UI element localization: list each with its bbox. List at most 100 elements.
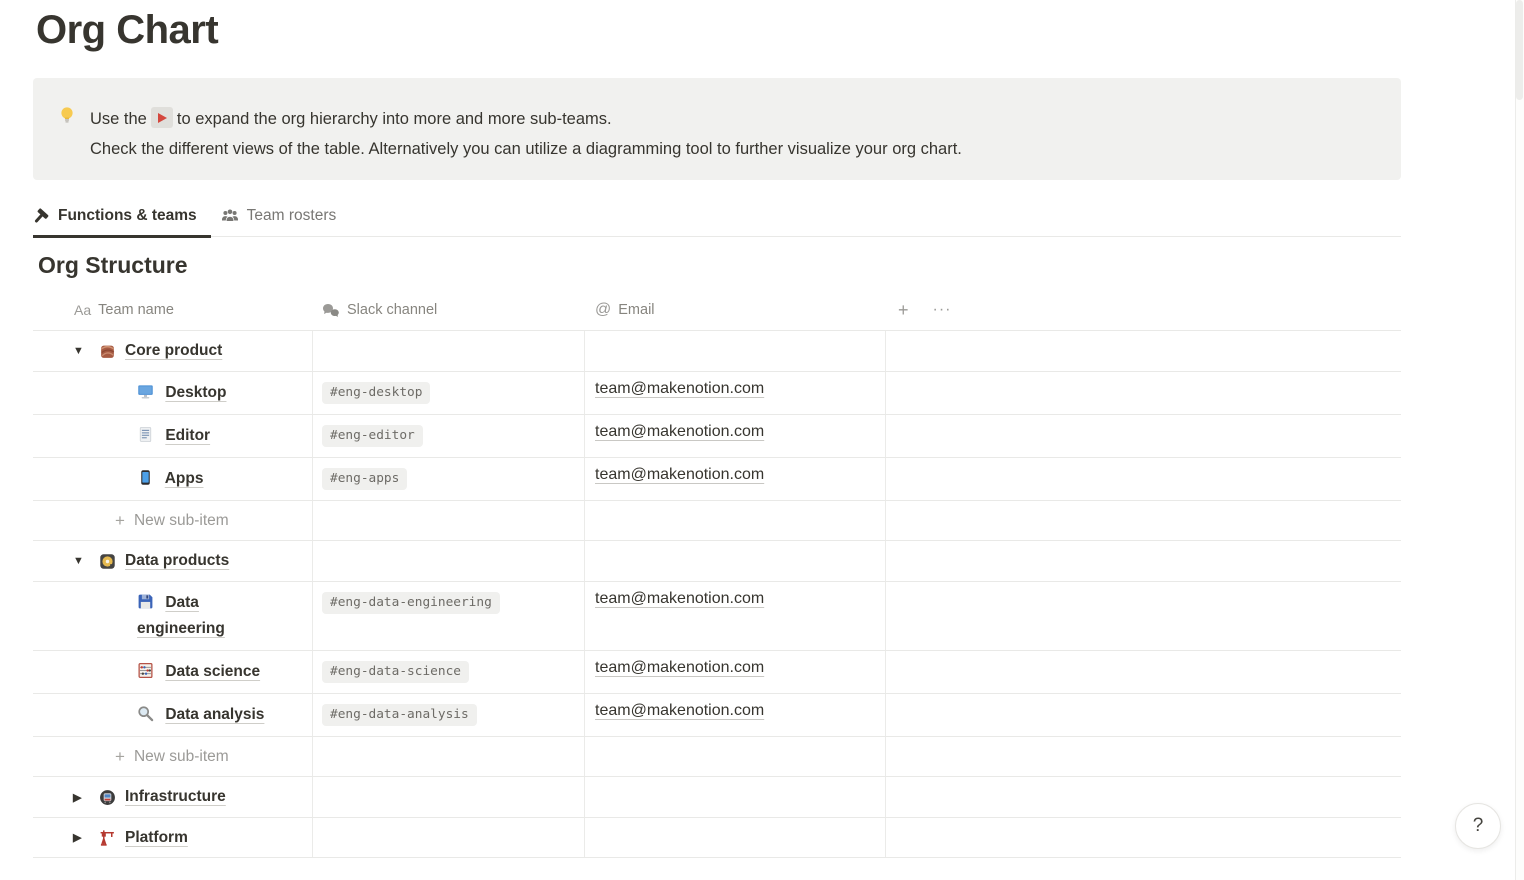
table-row-new-sub-item: + New sub-item [33,736,1401,776]
slack-channel-chip[interactable]: #eng-editor [322,425,423,447]
help-button[interactable]: ? [1455,803,1501,849]
team-name-link[interactable]: Desktop [165,384,226,401]
email-value[interactable]: team@makenotion.com [595,590,764,607]
email-cell[interactable] [585,331,886,371]
email-value[interactable]: team@makenotion.com [595,659,764,676]
add-column-button[interactable]: + [898,301,909,319]
email-cell[interactable]: team@makenotion.com [585,651,886,693]
new-sub-item-button[interactable]: + New sub-item [33,747,312,767]
email-property-icon: @ [595,301,611,319]
table-row-data-engineering: Data engineering #eng-data-engineering t… [33,581,1401,650]
tab-label: Team rosters [247,207,337,225]
vertical-scrollbar[interactable] [1515,0,1524,880]
scrollbar-thumb[interactable] [1516,0,1523,100]
slack-cell [313,501,585,540]
table-row-apps: Apps #eng-apps team@makenotion.com [33,457,1401,500]
empty-cell [886,541,1401,581]
abacus-icon [137,662,154,679]
collapse-toggle[interactable]: ▼ [73,345,99,357]
empty-cell [886,331,1401,371]
desktop-computer-icon [137,383,154,400]
page-title[interactable]: Org Chart [36,8,218,53]
empty-cell [886,694,1401,736]
slack-cell[interactable]: #eng-apps [313,458,585,500]
slack-channel-chip[interactable]: #eng-apps [322,468,407,490]
empty-cell [886,818,1401,857]
email-cell[interactable]: team@makenotion.com [585,694,886,736]
new-sub-item-label: New sub-item [134,512,229,530]
email-value[interactable]: team@makenotion.com [595,380,764,397]
empty-cell [886,458,1401,500]
table-row-platform: ▶ Platform [33,817,1401,858]
hammer-icon [33,208,50,225]
table-header-row: Aa Team name Slack channel @ Email + ··· [33,290,1401,330]
column-header-slack-channel[interactable]: Slack channel [313,290,585,330]
slack-cell[interactable]: #eng-editor [313,415,585,457]
email-cell[interactable] [585,541,886,581]
email-value[interactable]: team@makenotion.com [595,466,764,483]
database-title[interactable]: Org Structure [38,252,188,279]
slack-cell[interactable]: #eng-data-science [313,651,585,693]
empty-cell [886,737,1401,776]
construction-crane-icon [99,829,116,846]
tab-functions-and-teams[interactable]: Functions & teams [33,196,211,237]
team-name-link[interactable]: Platform [125,829,188,847]
slack-cell[interactable]: #eng-data-engineering [313,582,585,650]
team-name-link[interactable]: Editor [165,427,210,444]
team-name-link[interactable]: Infrastructure [125,788,226,806]
column-label: Team name [98,302,174,318]
empty-cell [886,415,1401,457]
slack-channel-chip[interactable]: #eng-data-engineering [322,592,500,614]
notion-page: Org Chart Use theto expand the org hiera… [0,0,1524,880]
email-cell[interactable] [585,777,886,817]
tab-team-rosters[interactable]: Team rosters [221,196,351,237]
table-options-button[interactable]: ··· [933,302,952,318]
table-row-core-product: ▼ Core product [33,330,1401,371]
slack-cell[interactable] [313,777,585,817]
text-property-icon: Aa [74,302,91,318]
empty-cell [886,651,1401,693]
email-value[interactable]: team@makenotion.com [595,423,764,440]
team-name-link[interactable]: Data products [125,552,229,570]
empty-cell [886,501,1401,540]
slack-cell[interactable] [313,818,585,857]
email-cell [585,501,886,540]
slack-cell[interactable]: #eng-data-analysis [313,694,585,736]
slack-cell[interactable]: #eng-desktop [313,372,585,414]
slack-cell[interactable] [313,331,585,371]
slack-channel-chip[interactable]: #eng-data-analysis [322,704,477,726]
slack-cell[interactable] [313,541,585,581]
team-name-link[interactable]: Data analysis [165,706,264,723]
team-name-link[interactable]: Data science [165,663,260,680]
callout-text: Use theto expand the org hierarchy into … [90,104,1377,164]
email-cell[interactable] [585,818,886,857]
column-label: Slack channel [347,302,437,318]
org-structure-table: Aa Team name Slack channel @ Email + ···… [33,290,1401,858]
table-row-desktop: Desktop #eng-desktop team@makenotion.com [33,371,1401,414]
yarn-cube-icon [99,343,116,360]
email-cell[interactable]: team@makenotion.com [585,458,886,500]
email-cell[interactable]: team@makenotion.com [585,582,886,650]
team-name-link[interactable]: Core product [125,342,222,360]
callout-line1-suffix: to expand the org hierarchy into more an… [177,110,612,128]
slack-channel-chip[interactable]: #eng-desktop [322,382,430,404]
column-header-email[interactable]: @ Email [585,290,886,330]
email-cell[interactable]: team@makenotion.com [585,415,886,457]
table-row-editor: Editor #eng-editor team@makenotion.com [33,414,1401,457]
collapse-toggle[interactable]: ▼ [73,555,99,567]
expand-toggle[interactable]: ▶ [73,791,99,804]
plus-icon: + [115,747,125,767]
team-name-link[interactable]: Apps [165,470,204,487]
new-sub-item-button[interactable]: + New sub-item [33,511,312,531]
column-label: Email [618,302,654,318]
expand-toggle[interactable]: ▶ [73,831,99,844]
callout-block: Use theto expand the org hierarchy into … [33,78,1401,180]
column-header-team-name[interactable]: Aa Team name [33,290,313,330]
empty-cell [886,372,1401,414]
email-cell[interactable]: team@makenotion.com [585,372,886,414]
table-row-data-products: ▼ Data products [33,540,1401,581]
email-value[interactable]: team@makenotion.com [595,702,764,719]
callout-line-2: Check the different views of the table. … [90,134,1377,164]
slack-channel-chip[interactable]: #eng-data-science [322,661,469,683]
magnifying-glass-icon [137,705,154,722]
